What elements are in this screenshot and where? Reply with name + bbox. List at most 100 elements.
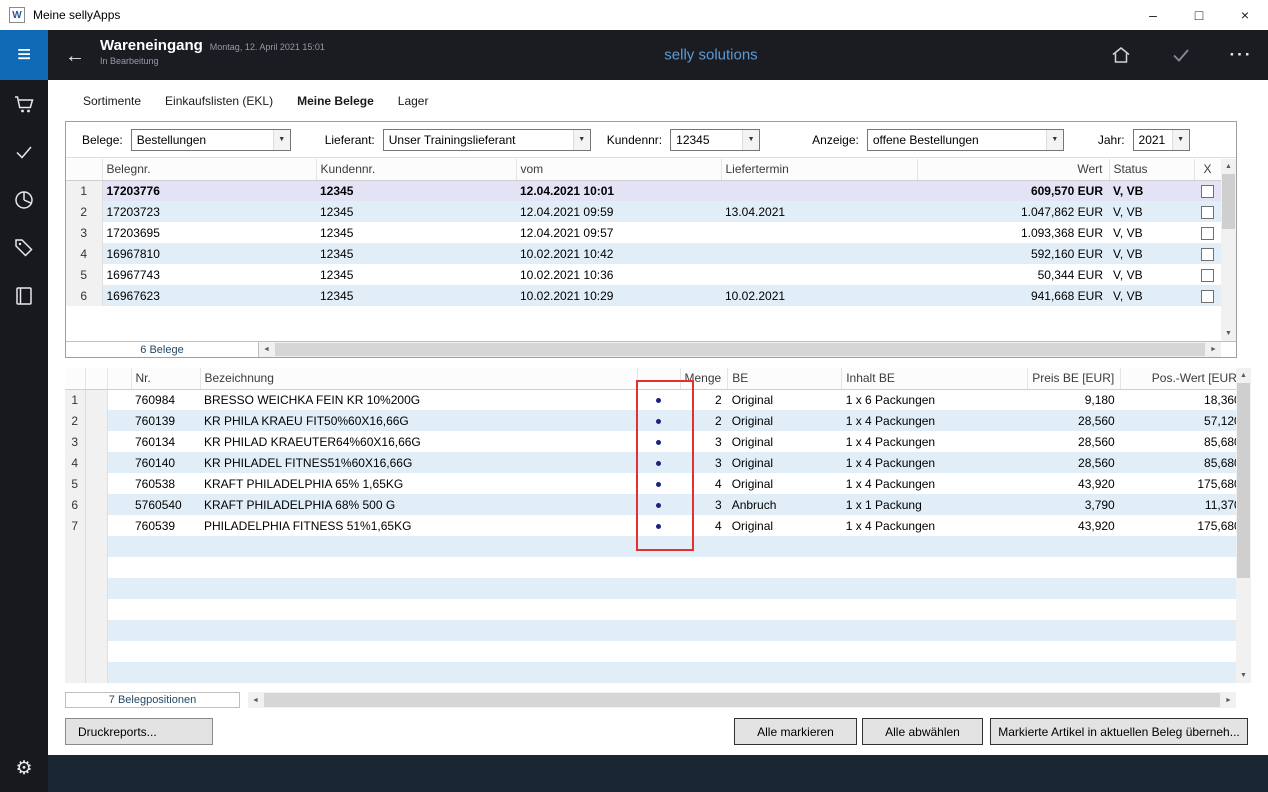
scrollbar-thumb[interactable] <box>1222 174 1235 229</box>
header: ← Wareneingang Montag, 12. April 2021 15… <box>48 30 1268 80</box>
row-checkbox[interactable] <box>1201 206 1214 219</box>
filter-item: Kundennr: 12345▼ <box>607 129 760 151</box>
more-button[interactable]: ··· <box>1228 42 1254 68</box>
tab-sortimente[interactable]: Sortimente <box>83 94 141 108</box>
tab-meine-belege[interactable]: Meine Belege <box>297 94 374 108</box>
sidebar: ≡ ⚙ <box>0 30 48 792</box>
filter-combobox[interactable]: Unser Trainingslieferant▼ <box>383 129 591 151</box>
scroll-right-icon[interactable]: ► <box>1206 342 1221 357</box>
orders-table-body: 1172037761234512.04.2021 10:01609,570 EU… <box>66 180 1221 306</box>
sidebar-item-settings[interactable]: ⚙ <box>0 744 48 792</box>
filter-combobox[interactable]: 12345▼ <box>670 129 760 151</box>
alle-abwaehlen-button[interactable]: Alle abwählen <box>862 718 983 745</box>
orders-table: Belegnr. Kundennr. vom Liefertermin Wert… <box>66 159 1222 306</box>
bottom-strip <box>48 755 1268 792</box>
column-header-belegnr: Belegnr. <box>102 159 316 180</box>
row-checkbox[interactable] <box>1201 290 1214 303</box>
order-row[interactable]: 3172036951234512.04.2021 09:571.093,368 … <box>66 222 1221 243</box>
column-header-liefertermin: Liefertermin <box>721 159 917 180</box>
order-row[interactable]: 5169677431234510.02.2021 10:3650,344 EUR… <box>66 264 1221 285</box>
scrollbar-thumb[interactable] <box>264 693 1220 707</box>
confirm-button[interactable] <box>1168 42 1194 68</box>
book-icon <box>13 285 35 307</box>
window-controls: – □ × <box>1130 0 1268 30</box>
filter-item: Jahr: 2021▼ <box>1098 129 1190 151</box>
scroll-left-icon[interactable]: ◄ <box>248 692 263 708</box>
marker-dot-icon <box>656 398 661 403</box>
filter-combobox[interactable]: Bestellungen▼ <box>131 129 291 151</box>
sidebar-item-statistics[interactable] <box>0 176 48 224</box>
scroll-down-icon[interactable]: ▼ <box>1221 326 1236 341</box>
position-row[interactable]: 3760134KR PHILAD KRAEUTER64%60X16,66G3Or… <box>65 431 1247 452</box>
page-datetime: Montag, 12. April 2021 15:01 <box>210 42 325 52</box>
tag-icon <box>13 237 35 259</box>
hamburger-icon: ≡ <box>17 41 31 69</box>
menu-button[interactable]: ≡ <box>0 30 48 80</box>
titlebar: W Meine sellyApps – □ × <box>0 0 1268 30</box>
column-header-nr: Nr. <box>131 368 200 389</box>
sidebar-item-tasks[interactable] <box>0 128 48 176</box>
position-row[interactable]: 5760538KRAFT PHILADELPHIA 65% 1,65KG4Ori… <box>65 473 1247 494</box>
scroll-left-icon[interactable]: ◄ <box>259 342 274 357</box>
close-button[interactable]: × <box>1222 0 1268 30</box>
position-row[interactable]: 65760540KRAFT PHILADELPHIA 68% 500 G3Anb… <box>65 494 1247 515</box>
order-row[interactable]: 4169678101234510.02.2021 10:42592,160 EU… <box>66 243 1221 264</box>
druckreports-button[interactable]: Druckreports... <box>65 718 213 745</box>
orders-panel: Belege:Bestellungen▼Lieferant:Unser Trai… <box>65 121 1237 358</box>
empty-row <box>65 620 1247 641</box>
row-checkbox[interactable] <box>1201 269 1214 282</box>
filter-label: Lieferant: <box>325 133 375 147</box>
tab-lager[interactable]: Lager <box>398 94 429 108</box>
tab-einkaufslisten-ekl[interactable]: Einkaufslisten (EKL) <box>165 94 273 108</box>
row-checkbox[interactable] <box>1201 248 1214 261</box>
tab-bar: Sortimente Einkaufslisten (EKL) Meine Bele… <box>48 80 1268 121</box>
marker-dot-icon <box>656 503 661 508</box>
title-block: Wareneingang Montag, 12. April 2021 15:0… <box>100 37 325 66</box>
back-button[interactable]: ← <box>62 43 88 69</box>
filter-combobox[interactable]: offene Bestellungen▼ <box>867 129 1064 151</box>
row-checkbox[interactable] <box>1201 227 1214 240</box>
scrollbar-thumb[interactable] <box>275 343 1205 356</box>
orders-hscrollbar[interactable]: ◄ ► <box>259 342 1221 357</box>
sidebar-item-cart[interactable] <box>0 80 48 128</box>
orders-vscrollbar[interactable]: ▲ ▼ <box>1221 159 1236 341</box>
alle-markieren-button[interactable]: Alle markieren <box>734 718 857 745</box>
empty-row <box>65 641 1247 662</box>
positions-hscrollbar[interactable]: ◄ ► <box>248 692 1236 708</box>
column-header-blank <box>85 368 107 389</box>
marker-dot-icon <box>656 419 661 424</box>
order-row[interactable]: 1172037761234512.04.2021 10:01609,570 EU… <box>66 180 1221 201</box>
home-button[interactable] <box>1108 42 1134 68</box>
scroll-up-icon[interactable]: ▲ <box>1221 159 1236 174</box>
uebernehmen-button[interactable]: Markierte Artikel in aktuellen Beleg übe… <box>990 718 1248 745</box>
row-checkbox[interactable] <box>1201 185 1214 198</box>
column-header-preis: Preis BE [EUR] <box>1028 368 1121 389</box>
empty-row <box>65 578 1247 599</box>
check-icon <box>1170 44 1192 66</box>
column-header-rownum <box>66 159 102 180</box>
scroll-up-icon[interactable]: ▲ <box>1236 368 1251 383</box>
position-row[interactable]: 2760139KR PHILA KRAEU FIT50%60X16,66G2Or… <box>65 410 1247 431</box>
filter-label: Kundennr: <box>607 133 662 147</box>
maximize-button[interactable]: □ <box>1176 0 1222 30</box>
order-row[interactable]: 2172037231234512.04.2021 09:5913.04.2021… <box>66 201 1221 222</box>
positions-panel: Nr. Bezeichnung Menge BE Inhalt BE Preis… <box>65 368 1251 683</box>
positions-vscrollbar[interactable]: ▲ ▼ <box>1236 368 1251 683</box>
gear-icon: ⚙ <box>15 757 32 780</box>
app-icon: W <box>9 7 25 23</box>
position-row[interactable]: 4760140KR PHILADEL FITNES51%60X16,66G3Or… <box>65 452 1247 473</box>
marker-dot-icon <box>656 461 661 466</box>
scrollbar-thumb[interactable] <box>1237 383 1250 578</box>
sidebar-item-catalog[interactable] <box>0 272 48 320</box>
filter-label: Jahr: <box>1098 133 1125 147</box>
check-icon <box>13 141 35 163</box>
minimize-button[interactable]: – <box>1130 0 1176 30</box>
position-row[interactable]: 7760539PHILADELPHIA FITNESS 51%1,65KG4Or… <box>65 515 1247 536</box>
filter-combobox[interactable]: 2021▼ <box>1133 129 1190 151</box>
positions-count-tab: 7 Belegpositionen <box>65 692 240 708</box>
scroll-down-icon[interactable]: ▼ <box>1236 668 1251 683</box>
sidebar-item-prices[interactable] <box>0 224 48 272</box>
scroll-right-icon[interactable]: ► <box>1221 692 1236 708</box>
position-row[interactable]: 1760984BRESSO WEICHKA FEIN KR 10%200G2Or… <box>65 389 1247 410</box>
order-row[interactable]: 6169676231234510.02.2021 10:2910.02.2021… <box>66 285 1221 306</box>
